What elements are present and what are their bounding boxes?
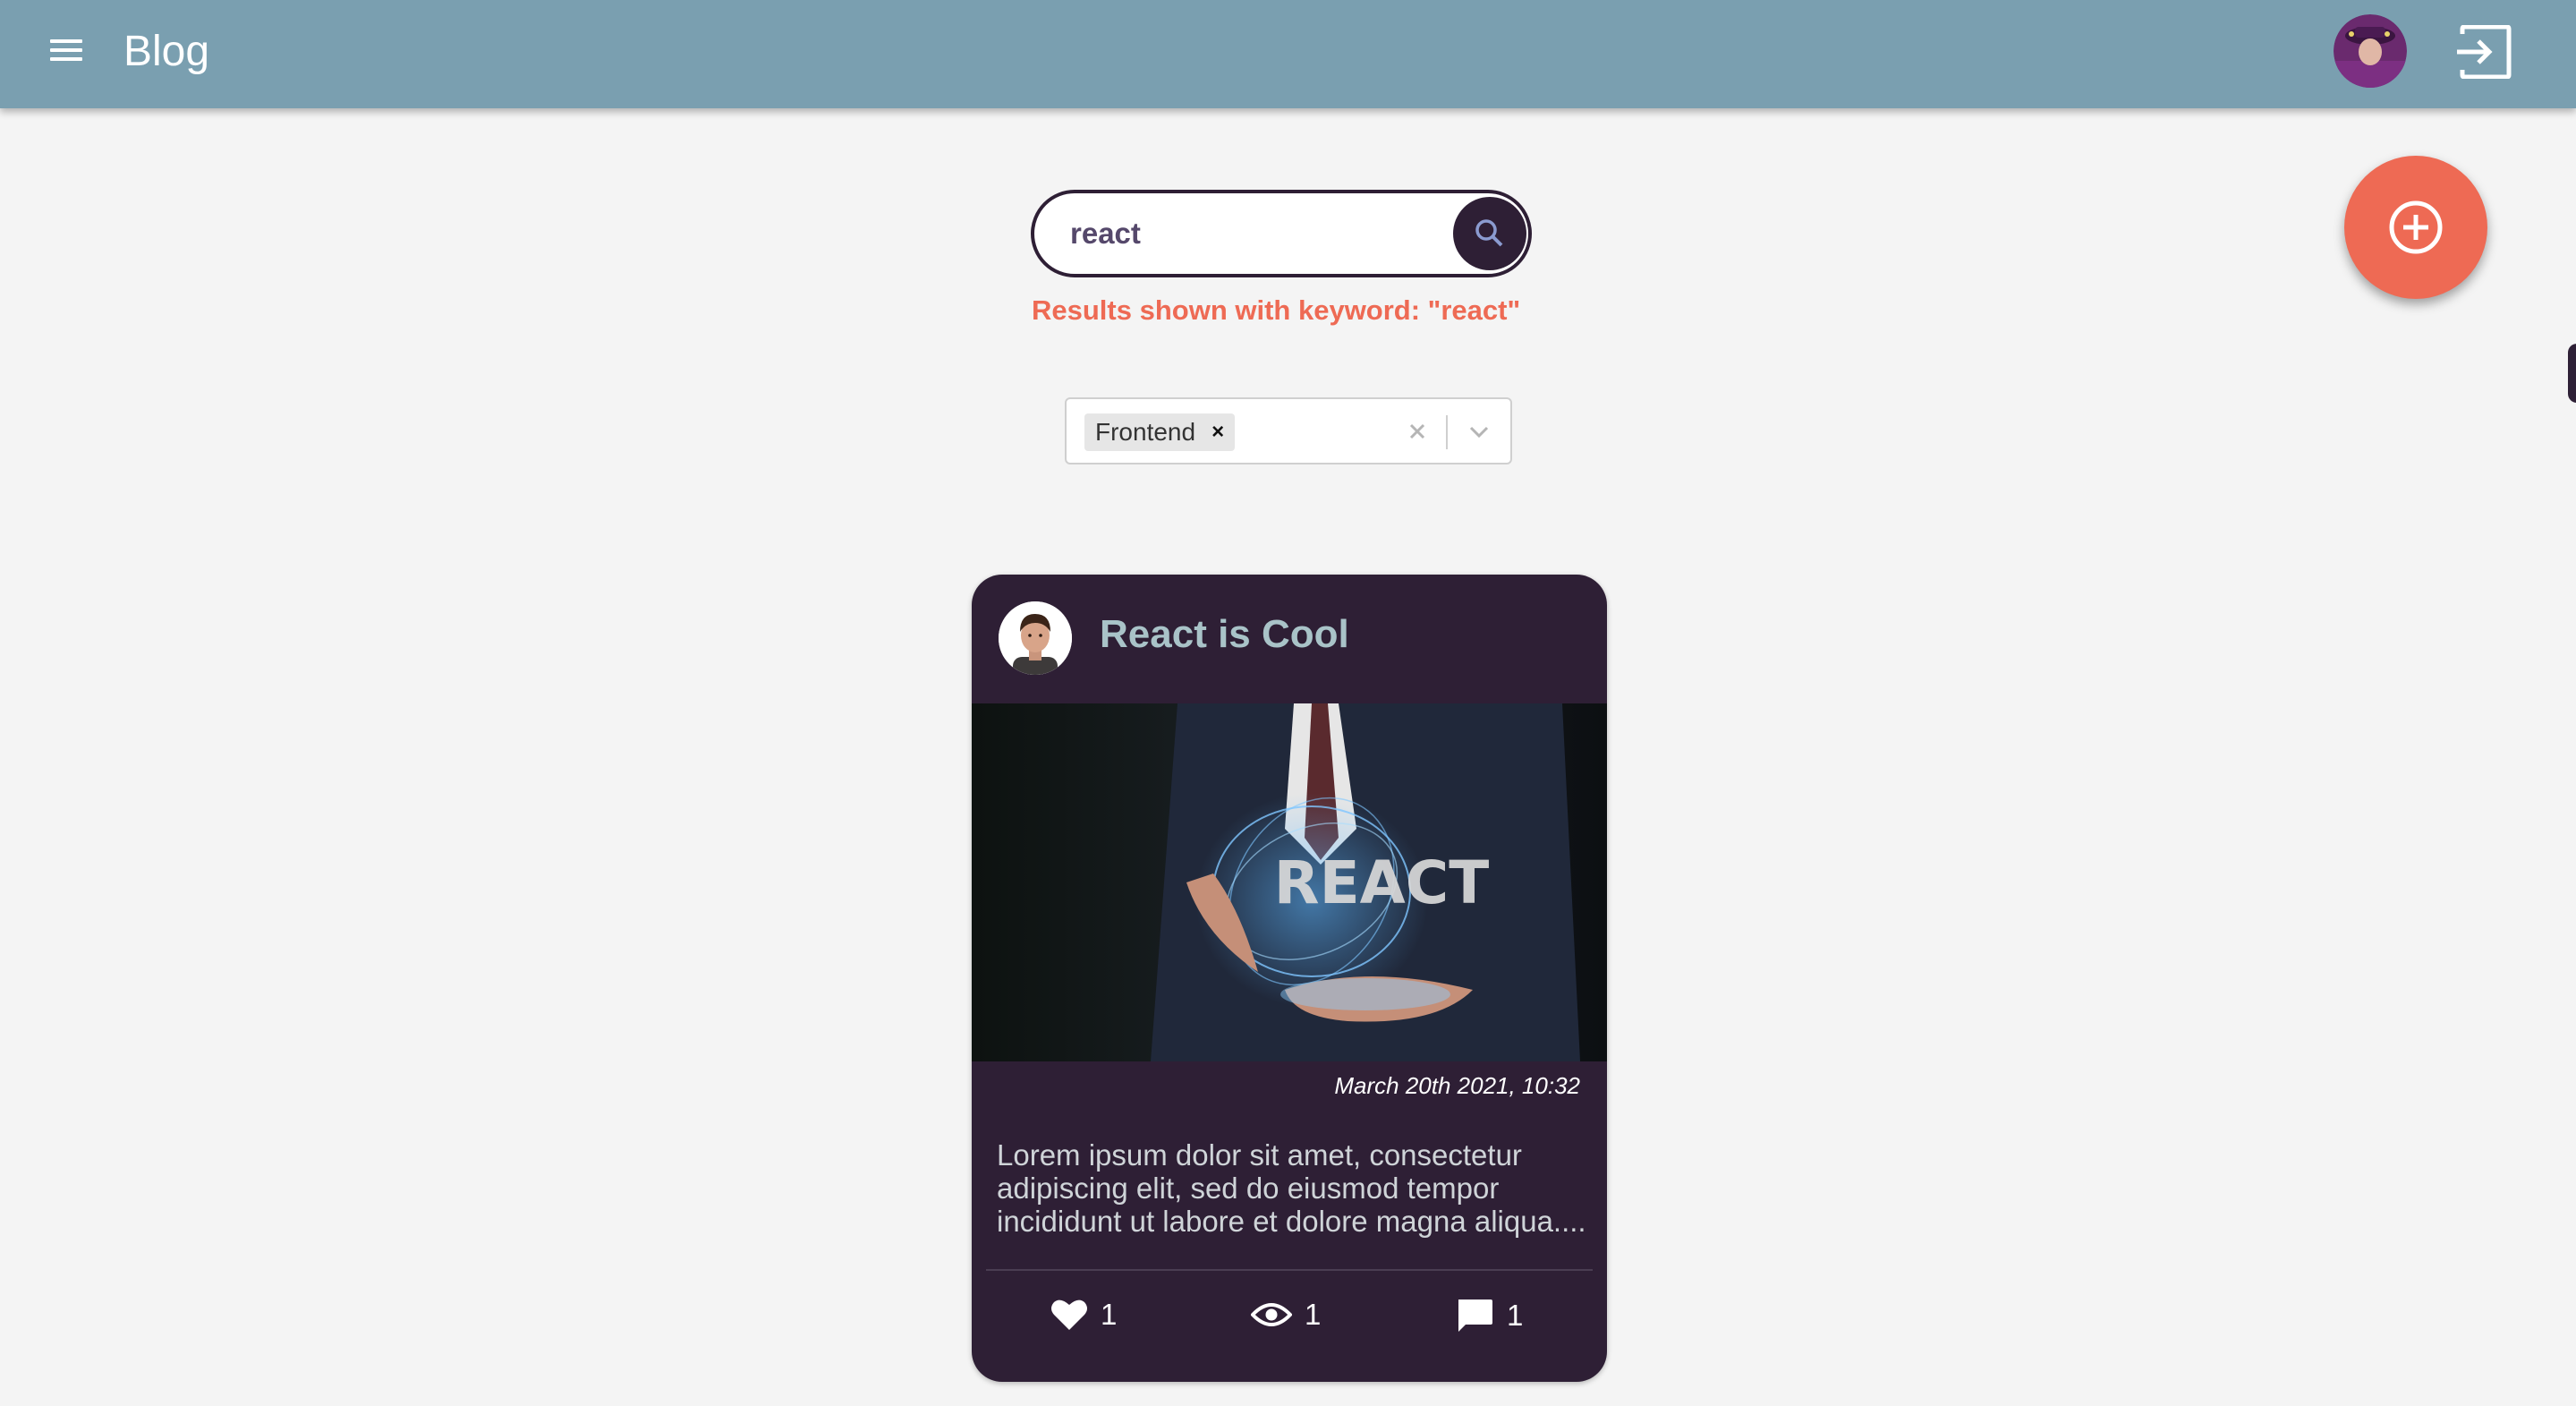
comments-button[interactable]: 1 xyxy=(1455,1298,1523,1334)
dropdown-toggle-button[interactable] xyxy=(1457,413,1501,449)
clear-icon xyxy=(1409,423,1425,439)
search-bar xyxy=(1031,190,1532,277)
hamburger-menu-icon xyxy=(50,39,82,43)
comments-count: 1 xyxy=(1507,1299,1524,1332)
views-stat: 1 xyxy=(1251,1298,1321,1332)
post-cover-image: REACT xyxy=(972,703,1607,1061)
search-input[interactable] xyxy=(1070,209,1401,258)
user-avatar-image xyxy=(2334,14,2407,88)
search-icon xyxy=(1475,219,1503,247)
tag-filter-select[interactable]: Frontend × xyxy=(1065,397,1512,464)
logout-button[interactable] xyxy=(2455,24,2512,80)
user-avatar[interactable] xyxy=(2334,14,2407,88)
clear-selection-button[interactable] xyxy=(1399,413,1435,449)
results-message: Results shown with keyword: "react" xyxy=(1032,294,1521,326)
post-title[interactable]: React is Cool xyxy=(1100,612,1349,657)
logout-icon xyxy=(2457,24,2512,80)
views-count: 1 xyxy=(1305,1298,1322,1331)
search-button[interactable] xyxy=(1453,197,1526,270)
post-excerpt: Lorem ipsum dolor sit amet, consectetur … xyxy=(997,1138,1586,1238)
likes-button[interactable]: 1 xyxy=(1050,1298,1117,1332)
post-date: March 20th 2021, 10:32 xyxy=(1334,1072,1580,1099)
app-title: Blog xyxy=(123,28,210,75)
comment-icon xyxy=(1458,1299,1492,1332)
post-card[interactable]: React is Cool REACT March 20th 2021, 10:… xyxy=(972,575,1607,1382)
author-avatar[interactable] xyxy=(999,601,1072,675)
likes-count: 1 xyxy=(1101,1298,1118,1331)
eye-icon xyxy=(1251,1303,1292,1326)
select-divider xyxy=(1446,415,1448,449)
post-image: REACT xyxy=(972,703,1607,1061)
post-image-text: REACT xyxy=(1274,848,1489,917)
side-drawer-handle[interactable] xyxy=(2568,344,2576,403)
menu-button[interactable] xyxy=(45,34,88,73)
add-post-button[interactable] xyxy=(2344,156,2487,299)
tag-chip-label: Frontend xyxy=(1095,418,1196,446)
heart-icon xyxy=(1051,1299,1087,1330)
chevron-down-icon xyxy=(1469,426,1489,439)
app-bar: Blog xyxy=(0,0,2576,108)
tag-chip-remove-button[interactable]: × xyxy=(1211,420,1224,445)
tag-chip: Frontend × xyxy=(1084,413,1236,451)
author-avatar-image xyxy=(999,601,1072,675)
add-circle-icon xyxy=(2389,200,2443,254)
card-divider xyxy=(986,1269,1593,1271)
